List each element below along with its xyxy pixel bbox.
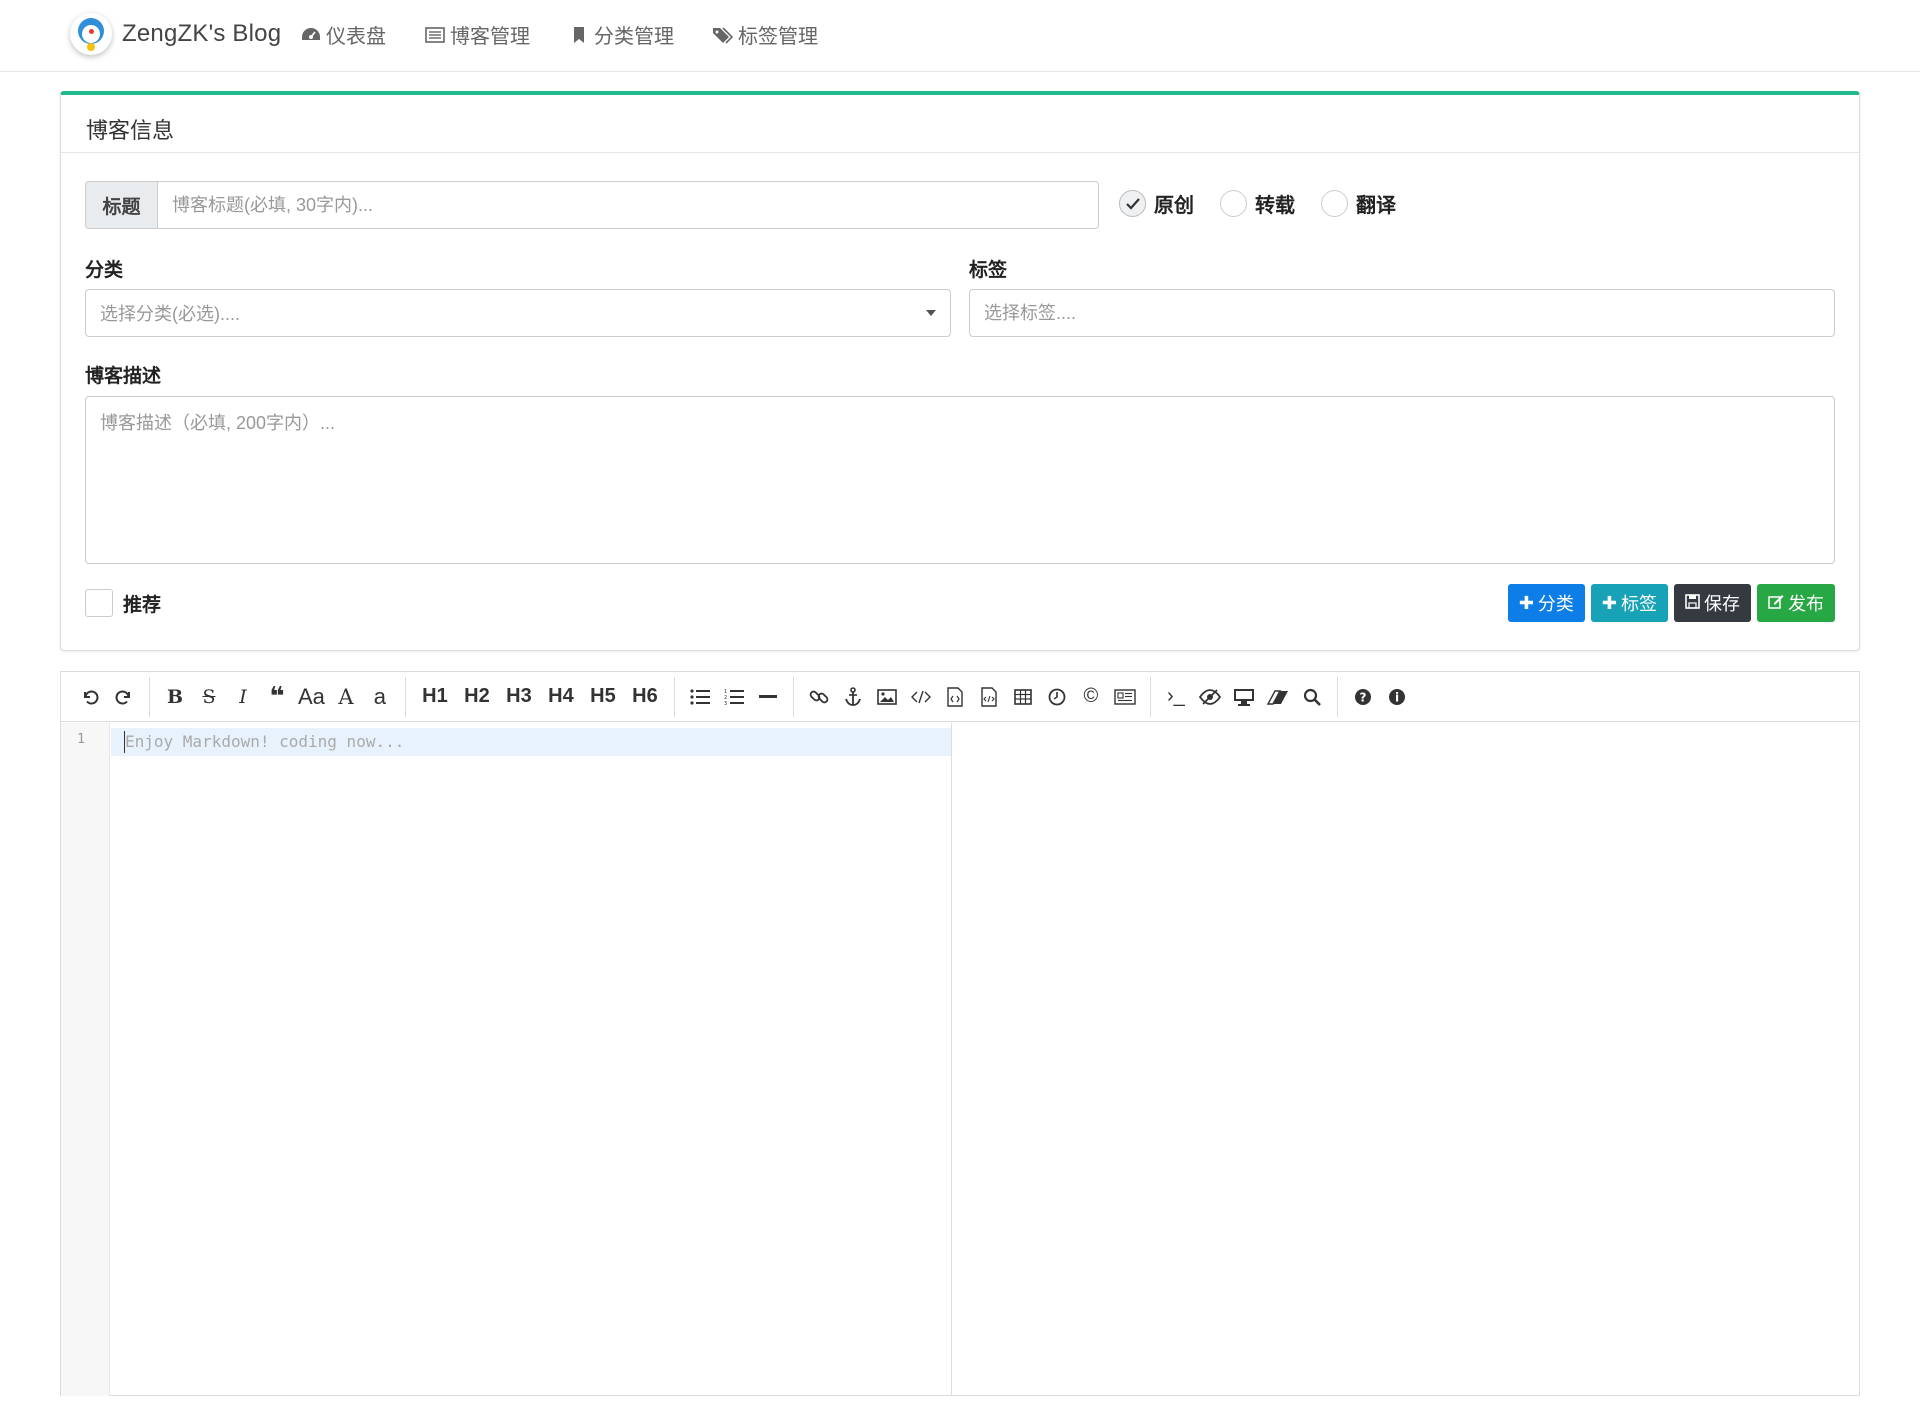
nav-item-tag-manage[interactable]: 标签管理 [712,20,818,49]
bold-icon[interactable]: B [158,680,192,714]
h5-button[interactable]: H5 [582,680,624,714]
editor-toolbar: B S I ❝ Aa A a H1 H2 H3 H4 H5 H6 123 © ›… [61,672,1859,722]
action-buttons: ✚ 分类 ✚ 标签 保存 发布 [1502,584,1835,622]
title-label: 标题 [85,181,157,229]
strikethrough-icon[interactable]: S [192,680,226,714]
nav-item-label: 博客管理 [450,26,530,48]
nav-item-label: 仪表盘 [326,26,386,48]
h2-button[interactable]: H2 [456,680,498,714]
nav-item-category-manage[interactable]: 分类管理 [568,20,674,49]
plus-icon: ✚ [1601,592,1617,613]
recommend-label: 推荐 [123,594,162,616]
add-category-button[interactable]: ✚ 分类 [1507,584,1585,622]
line-number-gutter [61,723,110,1396]
link-icon[interactable] [802,680,836,714]
edit-icon [1768,593,1784,614]
description-label: 博客描述 [85,366,162,387]
floppy-icon [1685,593,1700,614]
preview-desktop-icon[interactable] [1227,680,1261,714]
code-block-icon[interactable] [972,680,1006,714]
text-cursor [124,731,125,753]
nav-item-dashboard[interactable]: 仪表盘 [300,20,386,49]
title-input[interactable] [157,181,1099,229]
horizontal-rule-icon[interactable] [751,680,785,714]
svg-text:3: 3 [724,701,727,706]
save-button[interactable]: 保存 [1674,584,1751,622]
copyright-icon[interactable]: © [1074,680,1108,714]
radio-label: 原创 [1154,195,1194,217]
datetime-icon[interactable] [1040,680,1074,714]
blog-info-card: 博客信息 标题 原创 转载 翻译 分类 选择分类(必选).... 标签 博客描述… [60,91,1860,651]
radio-label: 转载 [1255,195,1295,217]
h1-button[interactable]: H1 [414,680,456,714]
h4-button[interactable]: H4 [540,680,582,714]
brand-logo [70,13,112,55]
radio-checked-icon[interactable] [1119,190,1146,217]
bookmark-icon [568,24,590,46]
top-navbar: ZengZK's Blog 仪表盘 博客管理 分类管理 标签管理 [0,0,1920,72]
brand-name[interactable]: ZengZK's Blog [122,20,281,48]
help-icon[interactable]: ? [1346,680,1380,714]
tags-icon [712,24,734,46]
quote-icon[interactable]: ❝ [260,680,294,714]
category-placeholder: 选择分类(必选).... [100,304,240,324]
html-entities-icon[interactable] [1108,680,1142,714]
nav-item-blog-manage[interactable]: 博客管理 [424,20,530,49]
card-header: 博客信息 [61,95,1859,153]
info-icon[interactable]: i [1380,680,1414,714]
image-icon[interactable] [870,680,904,714]
radio-original[interactable]: 原创 [1119,189,1194,218]
markdown-input-pane[interactable]: 1 Enjoy Markdown! coding now... [61,723,952,1396]
eraser-icon[interactable] [1261,680,1295,714]
lowercase-icon[interactable]: a [363,680,397,714]
nav-item-label: 分类管理 [594,26,674,48]
title-input-group: 标题 [85,181,1099,229]
caret-down-icon [926,310,936,316]
markdown-editor: B S I ❝ Aa A a H1 H2 H3 H4 H5 H6 123 © ›… [60,671,1860,1396]
editor-placeholder[interactable]: Enjoy Markdown! coding now... [125,732,404,751]
uppercase-icon[interactable]: A [329,680,363,714]
italic-icon[interactable]: I [226,680,260,714]
publish-button[interactable]: 发布 [1757,584,1835,622]
dashboard-icon [300,24,322,46]
undo-icon[interactable] [73,680,107,714]
anchor-icon[interactable] [836,680,870,714]
search-icon[interactable] [1295,680,1329,714]
h6-button[interactable]: H6 [624,680,666,714]
markdown-preview-pane [953,723,1859,1396]
table-icon[interactable] [1006,680,1040,714]
checkbox-box[interactable] [85,589,113,617]
brand[interactable]: ZengZK's Blog [70,13,281,55]
terminal-icon[interactable]: ›_ [1159,680,1193,714]
watch-toggle-icon[interactable] [1193,680,1227,714]
nav-item-label: 标签管理 [738,26,818,48]
tags-input[interactable] [969,289,1835,337]
description-textarea[interactable] [85,396,1835,564]
category-select[interactable]: 选择分类(必选).... [85,289,951,337]
recommend-checkbox[interactable]: 推荐 [85,589,161,617]
redo-icon[interactable] [107,680,141,714]
line-number: 1 [77,732,85,747]
add-tag-button[interactable]: ✚ 标签 [1590,584,1668,622]
radio-label: 翻译 [1356,195,1396,217]
svg-text:i: i [1395,690,1399,704]
code-icon[interactable] [904,680,938,714]
h3-button[interactable]: H3 [498,680,540,714]
radio-circle[interactable] [1220,190,1247,217]
list-icon [424,24,446,46]
radio-translate[interactable]: 翻译 [1321,189,1396,218]
category-label: 分类 [85,260,124,281]
radio-circle[interactable] [1321,190,1348,217]
ordered-list-icon[interactable]: 123 [717,680,751,714]
article-type-radios: 原创 转载 翻译 [1119,189,1422,218]
plus-icon: ✚ [1518,592,1534,613]
unordered-list-icon[interactable] [683,680,717,714]
svg-text:?: ? [1359,690,1366,704]
preformatted-code-icon[interactable] [938,680,972,714]
nav-menu: 仪表盘 博客管理 分类管理 标签管理 [300,20,856,49]
radio-repost[interactable]: 转载 [1220,189,1295,218]
font-size-icon[interactable]: Aa [294,680,329,714]
tags-label: 标签 [969,260,1008,281]
